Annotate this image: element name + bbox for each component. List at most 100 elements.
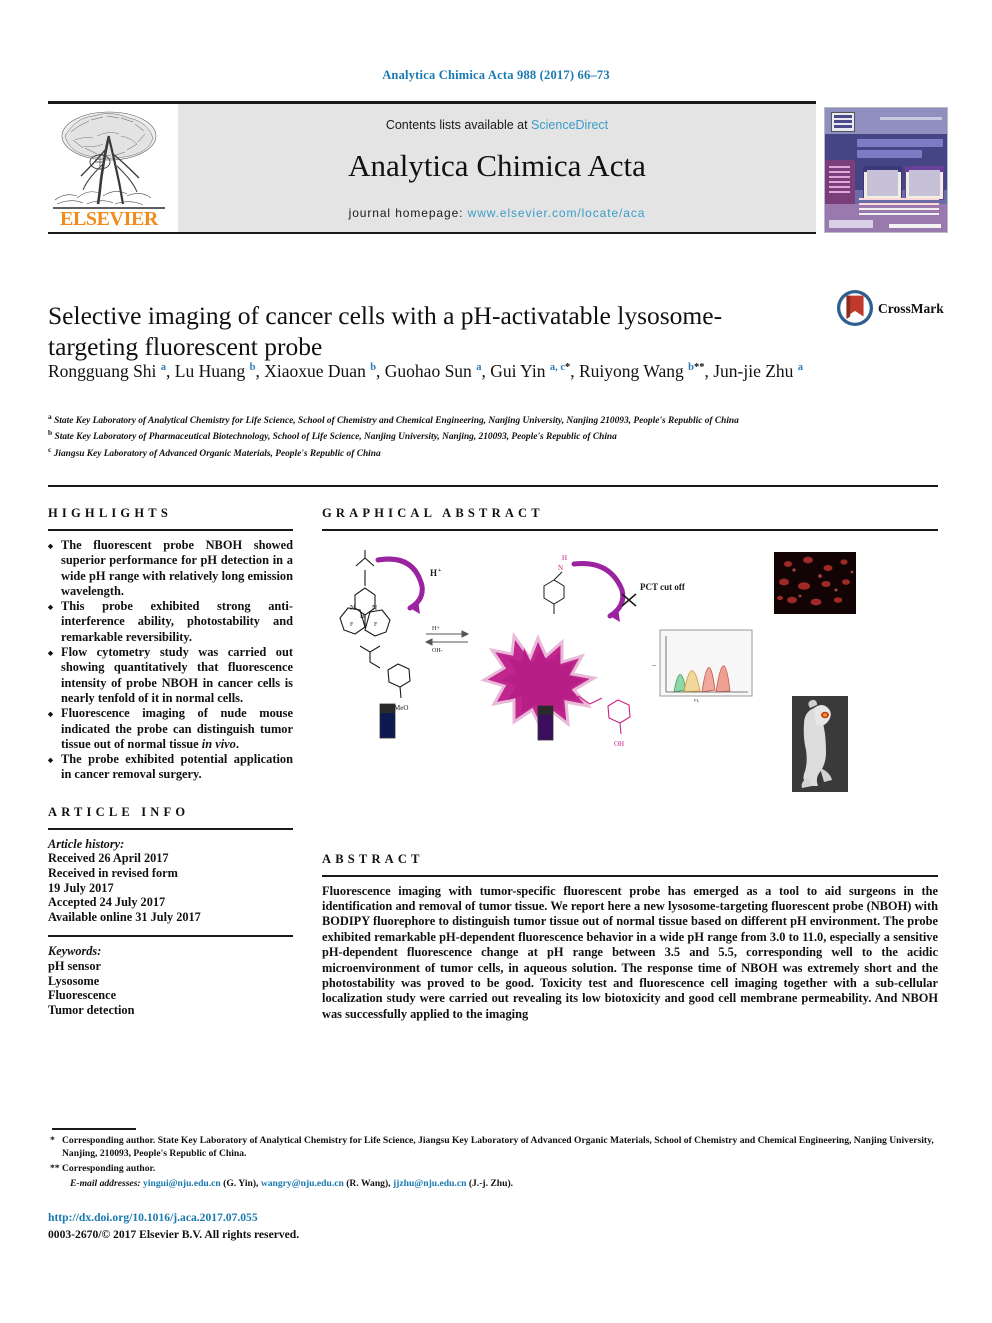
- email-link[interactable]: wangry@nju.edu.cn: [261, 1178, 344, 1189]
- journal-homepage-link[interactable]: www.elsevier.com/locate/aca: [468, 206, 646, 220]
- crossmark-label: CrossMark: [878, 301, 944, 316]
- abstract-heading: ABSTRACT: [322, 851, 424, 866]
- article-first-page: Analytica Chimica Acta 988 (2017) 66–73: [0, 0, 992, 1323]
- sciencedirect-link[interactable]: ScienceDirect: [531, 118, 608, 132]
- svg-text:OH-: OH-: [432, 648, 443, 654]
- graphical-abstract-image: MeO N N B F F H + H+ OH- H N PCT cut off…: [322, 537, 938, 828]
- highlight-item: Fluorescence imaging of nude mouse indic…: [48, 706, 293, 752]
- author-affiliation-mark: a: [476, 362, 482, 373]
- svg-text:B: B: [360, 612, 365, 620]
- highlights-list: The fluorescent probe NBOH showed superi…: [48, 538, 293, 783]
- author-name: Xiaoxue Duan: [264, 360, 371, 381]
- svg-text:N: N: [372, 604, 377, 612]
- email-link[interactable]: jjzhu@nju.edu.cn: [393, 1178, 466, 1189]
- running-head: Analytica Chimica Acta 988 (2017) 66–73: [382, 68, 610, 82]
- email-person: (G. Yin),: [220, 1178, 261, 1189]
- cell-imaging-panel: [774, 551, 856, 614]
- homepage-prefix: journal homepage:: [348, 206, 468, 220]
- contents-available-line: Contents lists available at ScienceDirec…: [178, 118, 816, 132]
- article-info-rule: [48, 827, 293, 830]
- svg-text:N: N: [558, 564, 563, 572]
- footnote-block: * Corresponding author. State Key Labora…: [48, 1134, 938, 1190]
- affiliation-item: c Jiangsu Key Laboratory of Advanced Org…: [48, 444, 381, 459]
- crossmark-icon: [836, 289, 874, 327]
- highlights-rule: [48, 529, 293, 531]
- svg-text:FL: FL: [694, 698, 700, 703]
- abstract-text: Fluorescence imaging with tumor-specific…: [322, 883, 938, 1021]
- svg-text:N: N: [350, 604, 355, 612]
- author-name: Lu Huang: [174, 360, 250, 381]
- svg-text:I: I: [652, 664, 658, 665]
- keyword-item: pH sensor: [48, 958, 101, 973]
- email-addresses-label: E-mail addresses:: [70, 1178, 144, 1189]
- article-history-item: Received in revised form: [48, 865, 178, 880]
- keyword-item: Tumor detection: [48, 1002, 135, 1017]
- corresponding-text-1: Corresponding author. State Key Laborato…: [62, 1135, 934, 1159]
- affiliation-item: b State Key Laboratory of Pharmaceutical…: [48, 428, 617, 443]
- highlight-item: The probe exhibited potential applicatio…: [48, 752, 293, 783]
- journal-title: Analytica Chimica Acta: [348, 148, 646, 183]
- corresponding-author-2: ** Corresponding author.: [48, 1162, 938, 1175]
- journal-masthead: ELSEVIER Contents lists available at Sci…: [48, 104, 816, 232]
- article-history-label: Article history:: [48, 836, 125, 851]
- corresponding-author-1: * Corresponding author. State Key Labora…: [48, 1134, 938, 1160]
- keywords-rule: [48, 935, 293, 938]
- article-history: Article history: Received 26 April 2017 Re…: [48, 837, 293, 925]
- author-list: Rongguang Shi a, Lu Huang b, Xiaoxue Dua…: [48, 360, 804, 381]
- left-column: HIGHLIGHTS The fluorescent probe NBOH sh…: [48, 506, 293, 1017]
- graphical-abstract-figure: MeO N N B F F H + H+ OH- H N PCT cut off…: [322, 537, 938, 834]
- svg-text:+: +: [438, 568, 442, 574]
- highlight-item: The fluorescent probe NBOH showed superi…: [48, 538, 293, 599]
- keywords-label: Keywords:: [48, 944, 102, 959]
- crossmark-badge[interactable]: CrossMark: [836, 289, 946, 333]
- elsevier-wordmark: ELSEVIER: [60, 208, 158, 230]
- page-title: Selective imaging of cancer cells with a…: [48, 301, 723, 362]
- svg-text:H: H: [430, 568, 437, 578]
- corresponding-mark-2: **: [50, 1163, 60, 1174]
- elsevier-tree-icon: [53, 111, 165, 209]
- author-name: Ruiyong Wang: [579, 360, 689, 381]
- abstract-rule: [322, 874, 938, 877]
- email-person: (R. Wang),: [343, 1178, 393, 1189]
- masthead-banner: Contents lists available at ScienceDirec…: [178, 104, 816, 232]
- elsevier-logo: ELSEVIER: [48, 104, 170, 232]
- doi-link[interactable]: http://dx.doi.org/10.1016/j.aca.2017.07.…: [48, 1211, 258, 1224]
- affiliation-bottom-rule: [48, 485, 938, 487]
- email-person: (J.-j. Zhu).: [466, 1178, 514, 1189]
- article-history-item: Accepted 24 July 2017: [48, 895, 166, 910]
- author-affiliation-mark: b: [249, 362, 256, 373]
- author-affiliation-mark: a: [160, 362, 167, 373]
- email-addresses-line: E-mail addresses: yingui@nju.edu.cn (G. …: [48, 1177, 938, 1190]
- article-info-heading: ARTICLE INFO: [48, 804, 190, 819]
- highlight-item: This probe exhibited strong anti-interfe…: [48, 599, 293, 645]
- article-history-item: Received 26 April 2017: [48, 851, 169, 866]
- corresponding-author-mark: **: [693, 362, 705, 373]
- graphical-abstract-heading: GRAPHICAL ABSTRACT: [322, 506, 544, 520]
- corresponding-author-mark: *: [565, 362, 571, 373]
- author-affiliation-mark: b: [370, 362, 377, 373]
- highlights-heading: HIGHLIGHTS: [48, 506, 172, 520]
- flow-cytometry-plot: I FL: [652, 629, 753, 703]
- email-link[interactable]: yingui@nju.edu.cn: [143, 1178, 221, 1189]
- graphical-abstract-rule: [322, 529, 938, 531]
- svg-text:H: H: [562, 554, 567, 562]
- keyword-item: Lysosome: [48, 973, 100, 988]
- article-history-item: Available online 31 July 2017: [48, 909, 201, 924]
- right-column: GRAPHICAL ABSTRACT MeO N N B F F H + H+ …: [322, 506, 938, 1022]
- mouse-imaging-panel: [792, 695, 848, 792]
- svg-text:H+: H+: [432, 626, 440, 632]
- author-name: Rongguang Shi: [48, 360, 161, 381]
- author-name: Jun-jie Zhu: [713, 360, 798, 381]
- corresponding-mark-1: *: [50, 1135, 55, 1146]
- affiliation-mark: b: [48, 428, 53, 438]
- footnote-rule: [52, 1128, 136, 1130]
- corresponding-text-2: Corresponding author.: [62, 1163, 156, 1174]
- affiliation-mark: a: [48, 412, 52, 421]
- journal-cover-thumbnail: [824, 107, 948, 233]
- affiliation-mark: c: [48, 444, 52, 454]
- journal-homepage-line: journal homepage: www.elsevier.com/locat…: [178, 206, 816, 220]
- author-affiliation-mark: a, c: [549, 362, 565, 373]
- highlight-item: Flow cytometry study was carried out sho…: [48, 645, 293, 706]
- article-history-item: 19 July 2017: [48, 880, 114, 895]
- contents-prefix: Contents lists available at: [385, 118, 532, 132]
